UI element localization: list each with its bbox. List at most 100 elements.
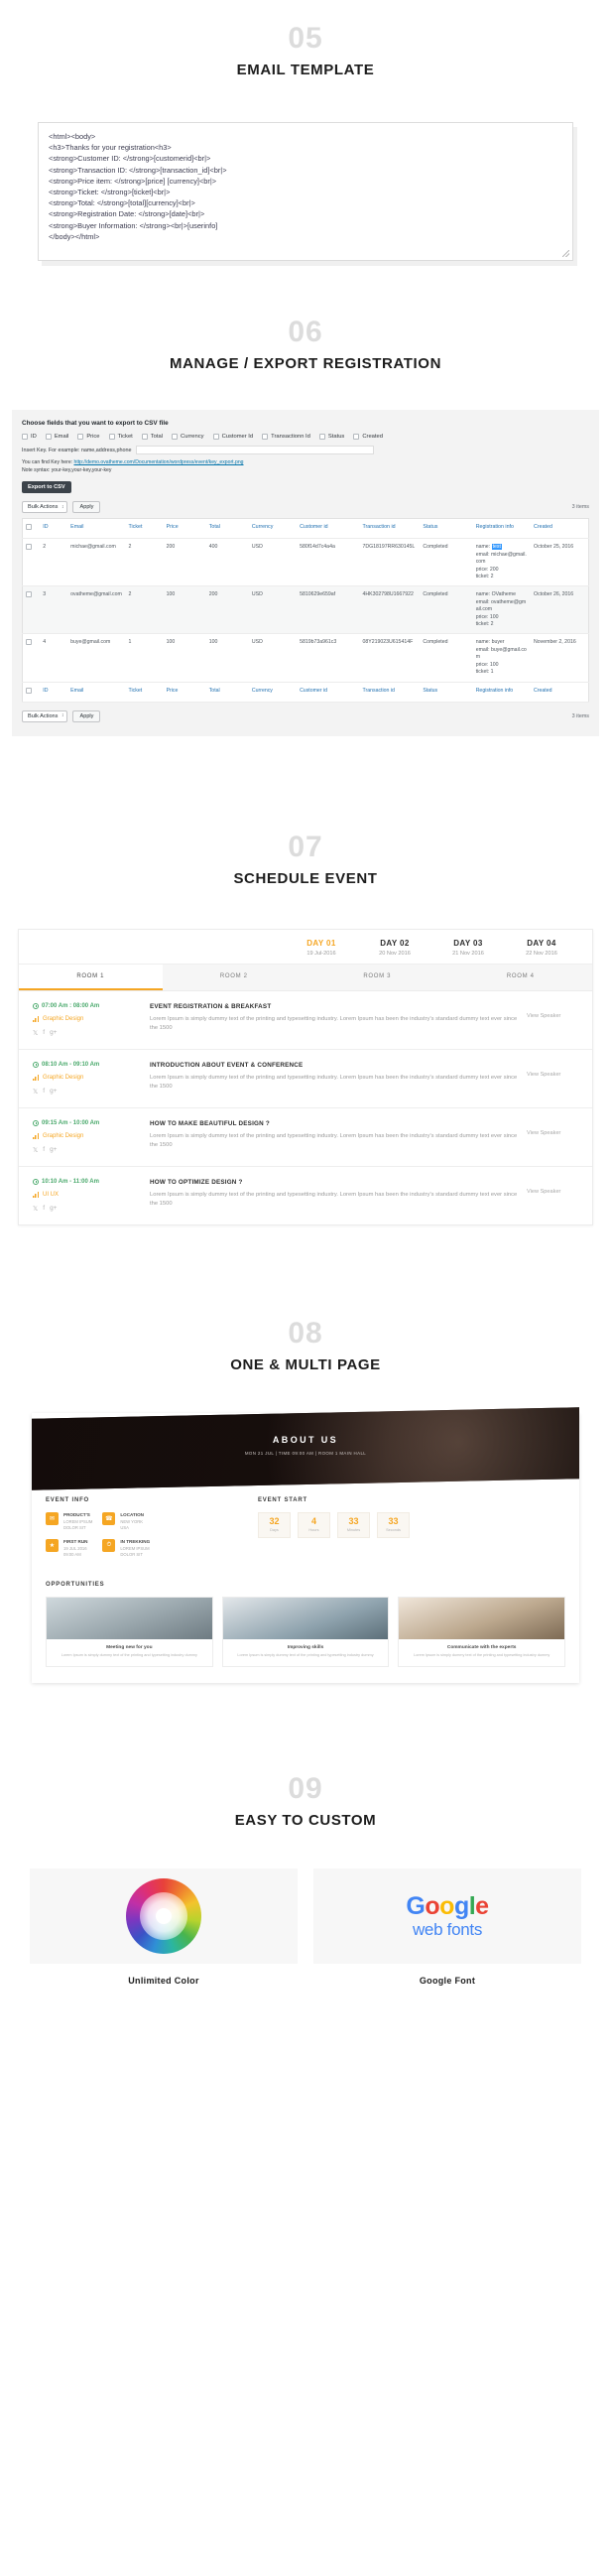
google-plus-icon[interactable]: g+ bbox=[50, 1029, 57, 1037]
schedule-category[interactable]: Graphic Design bbox=[33, 1132, 150, 1139]
bulk-actions-select-bottom[interactable]: Bulk Actions bbox=[22, 709, 68, 722]
header-currency[interactable]: Currency bbox=[248, 518, 298, 540]
checkbox-transaction-id[interactable]: Transactionn Id bbox=[262, 434, 310, 440]
checkbox-box-icon[interactable] bbox=[22, 434, 28, 440]
checkbox-box-icon[interactable] bbox=[262, 434, 269, 440]
checkbox-id[interactable]: ID bbox=[22, 434, 37, 440]
footer-price[interactable]: Price bbox=[163, 682, 206, 703]
view-speaker-link[interactable]: View Speaker bbox=[527, 1062, 578, 1078]
checkbox-created[interactable]: Created bbox=[353, 434, 383, 440]
header-status[interactable]: Status bbox=[420, 518, 473, 540]
header-transaction-id[interactable]: Transaction id bbox=[359, 518, 421, 540]
opportunity-card[interactable]: Meeting new for you Lorem Ipsum is simpl… bbox=[46, 1596, 213, 1668]
apply-button[interactable]: Apply bbox=[72, 501, 101, 513]
checkbox-box-icon[interactable] bbox=[45, 434, 52, 440]
row-checkbox-cell[interactable] bbox=[22, 538, 41, 587]
checkbox-price[interactable]: Price bbox=[77, 434, 100, 440]
footer-currency[interactable]: Currency bbox=[248, 682, 298, 703]
footer-registration-info[interactable]: Registration info bbox=[472, 682, 532, 703]
schedule-category[interactable]: UI UX bbox=[33, 1191, 150, 1198]
checkbox-box-icon[interactable] bbox=[26, 524, 32, 530]
tab-room-3[interactable]: ROOM 3 bbox=[306, 965, 449, 990]
google-plus-icon[interactable]: g+ bbox=[50, 1205, 57, 1213]
footer-transaction-id[interactable]: Transaction id bbox=[359, 682, 421, 703]
google-plus-icon[interactable]: g+ bbox=[50, 1088, 57, 1095]
twitter-icon[interactable]: 𝕏 bbox=[33, 1088, 38, 1095]
schedule-item[interactable]: 07:00 Am : 08:00 Am Graphic Design 𝕏 f g… bbox=[19, 991, 592, 1050]
insert-key-input[interactable] bbox=[136, 446, 375, 454]
footer-created[interactable]: Created bbox=[531, 682, 589, 703]
find-key-link[interactable]: http://demo.ovatheme.com/Documentation/w… bbox=[73, 459, 243, 465]
apply-button-bottom[interactable]: Apply bbox=[72, 709, 101, 722]
checkbox-status[interactable]: Status bbox=[318, 434, 344, 440]
checkbox-box-icon[interactable] bbox=[172, 434, 179, 440]
schedule-item[interactable]: 08:10 Am - 09:10 Am Graphic Design 𝕏 f g… bbox=[19, 1050, 592, 1108]
checkbox-box-icon[interactable] bbox=[26, 544, 32, 551]
opportunity-card[interactable]: Communicate with the experts Lorem Ipsum… bbox=[398, 1596, 566, 1668]
tab-day-03[interactable]: DAY 03 21 Nov 2016 bbox=[431, 939, 505, 957]
header-ticket[interactable]: Ticket bbox=[125, 518, 164, 540]
schedule-category[interactable]: Graphic Design bbox=[33, 1074, 150, 1081]
facebook-icon[interactable]: f bbox=[43, 1088, 45, 1095]
row-checkbox-cell[interactable] bbox=[22, 585, 41, 635]
tab-day-04[interactable]: DAY 04 22 Nov 2016 bbox=[505, 939, 578, 957]
table-row[interactable]: 2 michae@gmail.com 2 200 400 USD 580f14d… bbox=[22, 538, 589, 587]
checkbox-total[interactable]: Total bbox=[141, 434, 163, 440]
tab-day-02[interactable]: DAY 02 20 Nov 2016 bbox=[358, 939, 431, 957]
checkbox-box-icon[interactable] bbox=[77, 434, 84, 440]
twitter-icon[interactable]: 𝕏 bbox=[33, 1029, 38, 1037]
checkbox-box-icon[interactable] bbox=[26, 687, 32, 694]
header-customer-id[interactable]: Customer id bbox=[297, 518, 360, 540]
footer-email[interactable]: Email bbox=[67, 682, 126, 703]
opportunity-card[interactable]: Improving skills Lorem Ipsum is simply d… bbox=[221, 1596, 390, 1668]
header-price[interactable]: Price bbox=[163, 518, 206, 540]
facebook-icon[interactable]: f bbox=[43, 1205, 45, 1213]
table-row[interactable]: 4 buye@gmail.com 1 100 100 USD 5819b73a9… bbox=[22, 633, 589, 683]
checkbox-customer-id[interactable]: Customer Id bbox=[212, 434, 253, 440]
footer-id[interactable]: ID bbox=[40, 682, 68, 703]
checkbox-box-icon[interactable] bbox=[318, 434, 325, 440]
header-id[interactable]: ID bbox=[40, 518, 68, 540]
facebook-icon[interactable]: f bbox=[43, 1029, 45, 1037]
footer-status[interactable]: Status bbox=[420, 682, 473, 703]
checkbox-box-icon[interactable] bbox=[353, 434, 360, 440]
view-speaker-link[interactable]: View Speaker bbox=[527, 1179, 578, 1195]
tab-room-1[interactable]: ROOM 1 bbox=[19, 964, 163, 990]
checkbox-ticket[interactable]: Ticket bbox=[108, 434, 133, 440]
row-checkbox-cell[interactable] bbox=[22, 633, 41, 683]
checkbox-box-icon[interactable] bbox=[212, 434, 219, 440]
tab-day-01[interactable]: DAY 01 19 Jul-2016 bbox=[285, 939, 358, 957]
select-all-header[interactable] bbox=[22, 518, 41, 540]
schedule-category[interactable]: Graphic Design bbox=[33, 1015, 150, 1022]
checkbox-box-icon[interactable] bbox=[26, 591, 32, 598]
checkbox-currency[interactable]: Currency bbox=[172, 434, 204, 440]
schedule-item[interactable]: 10:10 Am - 11:00 Am UI UX 𝕏 f g+ HOW TO … bbox=[19, 1167, 592, 1224]
view-speaker-link[interactable]: View Speaker bbox=[527, 1120, 578, 1136]
footer-ticket[interactable]: Ticket bbox=[125, 682, 164, 703]
schedule-time-text: 10:10 Am - 11:00 Am bbox=[42, 1178, 99, 1185]
table-row[interactable]: 3 ovatheme@gmail.com 2 100 200 USD 58106… bbox=[22, 585, 589, 635]
tab-room-2[interactable]: ROOM 2 bbox=[163, 965, 306, 990]
select-all-footer[interactable] bbox=[22, 682, 41, 703]
checkbox-email[interactable]: Email bbox=[45, 434, 68, 440]
header-email[interactable]: Email bbox=[67, 518, 126, 540]
google-plus-icon[interactable]: g+ bbox=[50, 1146, 57, 1154]
header-total[interactable]: Total bbox=[205, 518, 249, 540]
resize-grip-icon[interactable] bbox=[562, 250, 569, 257]
view-speaker-link[interactable]: View Speaker bbox=[527, 1003, 578, 1019]
editor-textarea[interactable]: <html><body> <h3>Thanks for your registr… bbox=[38, 122, 573, 261]
header-registration-info[interactable]: Registration info bbox=[472, 518, 532, 540]
checkbox-box-icon[interactable] bbox=[26, 639, 32, 646]
checkbox-box-icon[interactable] bbox=[141, 434, 148, 440]
twitter-icon[interactable]: 𝕏 bbox=[33, 1205, 38, 1213]
tab-room-4[interactable]: ROOM 4 bbox=[449, 965, 593, 990]
twitter-icon[interactable]: 𝕏 bbox=[33, 1146, 38, 1154]
bulk-actions-select[interactable]: Bulk Actions bbox=[22, 501, 68, 513]
footer-customer-id[interactable]: Customer id bbox=[297, 682, 360, 703]
checkbox-box-icon[interactable] bbox=[108, 434, 115, 440]
header-created[interactable]: Created bbox=[531, 518, 589, 540]
export-to-csv-button[interactable]: Export to CSV bbox=[22, 481, 71, 493]
facebook-icon[interactable]: f bbox=[43, 1146, 45, 1154]
footer-total[interactable]: Total bbox=[205, 682, 249, 703]
schedule-item[interactable]: 09:15 Am - 10:00 Am Graphic Design 𝕏 f g… bbox=[19, 1108, 592, 1167]
